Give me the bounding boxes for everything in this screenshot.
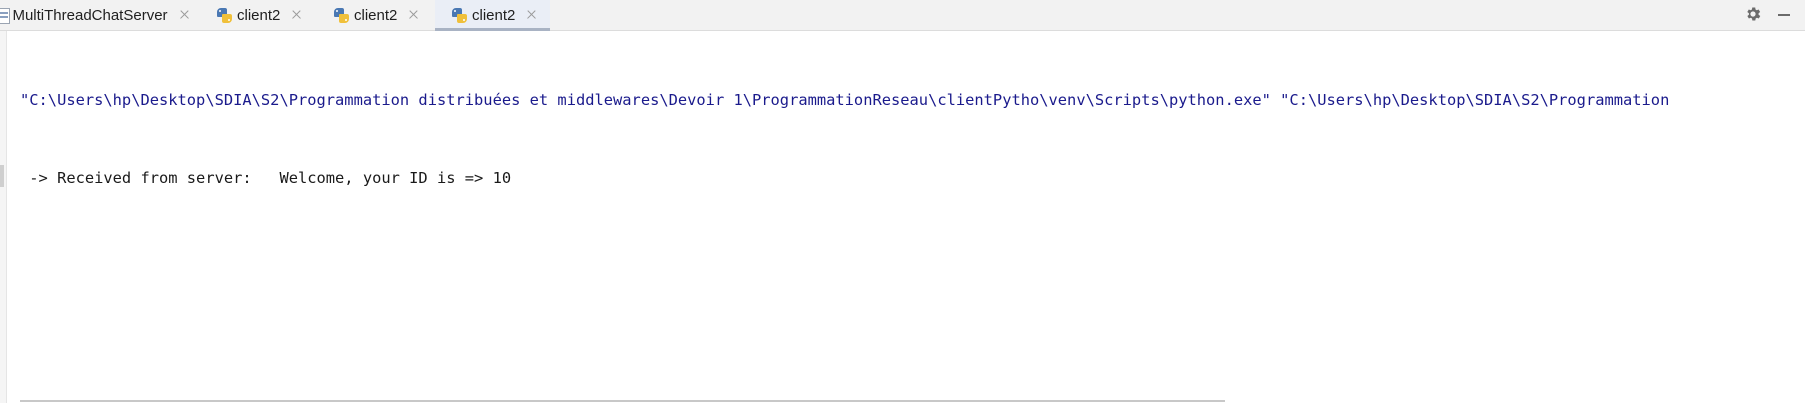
tab-label: MultiThreadChatServer <box>12 6 168 24</box>
gear-icon[interactable] <box>1744 5 1762 23</box>
console-output[interactable]: "C:\Users\hp\Desktop\SDIA\S2\Programmati… <box>20 35 1805 243</box>
gutter-marker <box>0 165 4 187</box>
tab-label: client2 <box>472 6 516 24</box>
tab-client2[interactable]: client2 <box>216 0 316 30</box>
close-icon[interactable] <box>407 9 419 21</box>
tab-label: client2 <box>354 6 398 24</box>
horizontal-scrollbar[interactable] <box>20 400 1225 402</box>
tab-client2-active[interactable]: client2 <box>435 0 550 31</box>
run-tab-bar: MultiThreadChatServer client2 client2 cl… <box>0 0 1805 31</box>
close-icon[interactable] <box>525 9 537 21</box>
run-console-window: MultiThreadChatServer client2 client2 cl… <box>0 0 1805 403</box>
tab-multithreadchatserver[interactable]: MultiThreadChatServer <box>0 0 188 30</box>
java-class-icon <box>0 7 10 24</box>
python-icon <box>216 7 233 24</box>
tab-label: client2 <box>237 6 281 24</box>
minimize-icon[interactable] <box>1775 6 1793 24</box>
console-command-line: "C:\Users\hp\Desktop\SDIA\S2\Programmati… <box>20 91 1670 109</box>
python-icon <box>333 7 350 24</box>
console-gutter <box>0 31 7 403</box>
tab-client2[interactable]: client2 <box>333 0 433 30</box>
console-output-line: -> Received from server: Welcome, your I… <box>20 169 512 187</box>
python-icon <box>451 7 468 24</box>
close-icon[interactable] <box>178 9 188 21</box>
close-icon[interactable] <box>290 9 302 21</box>
